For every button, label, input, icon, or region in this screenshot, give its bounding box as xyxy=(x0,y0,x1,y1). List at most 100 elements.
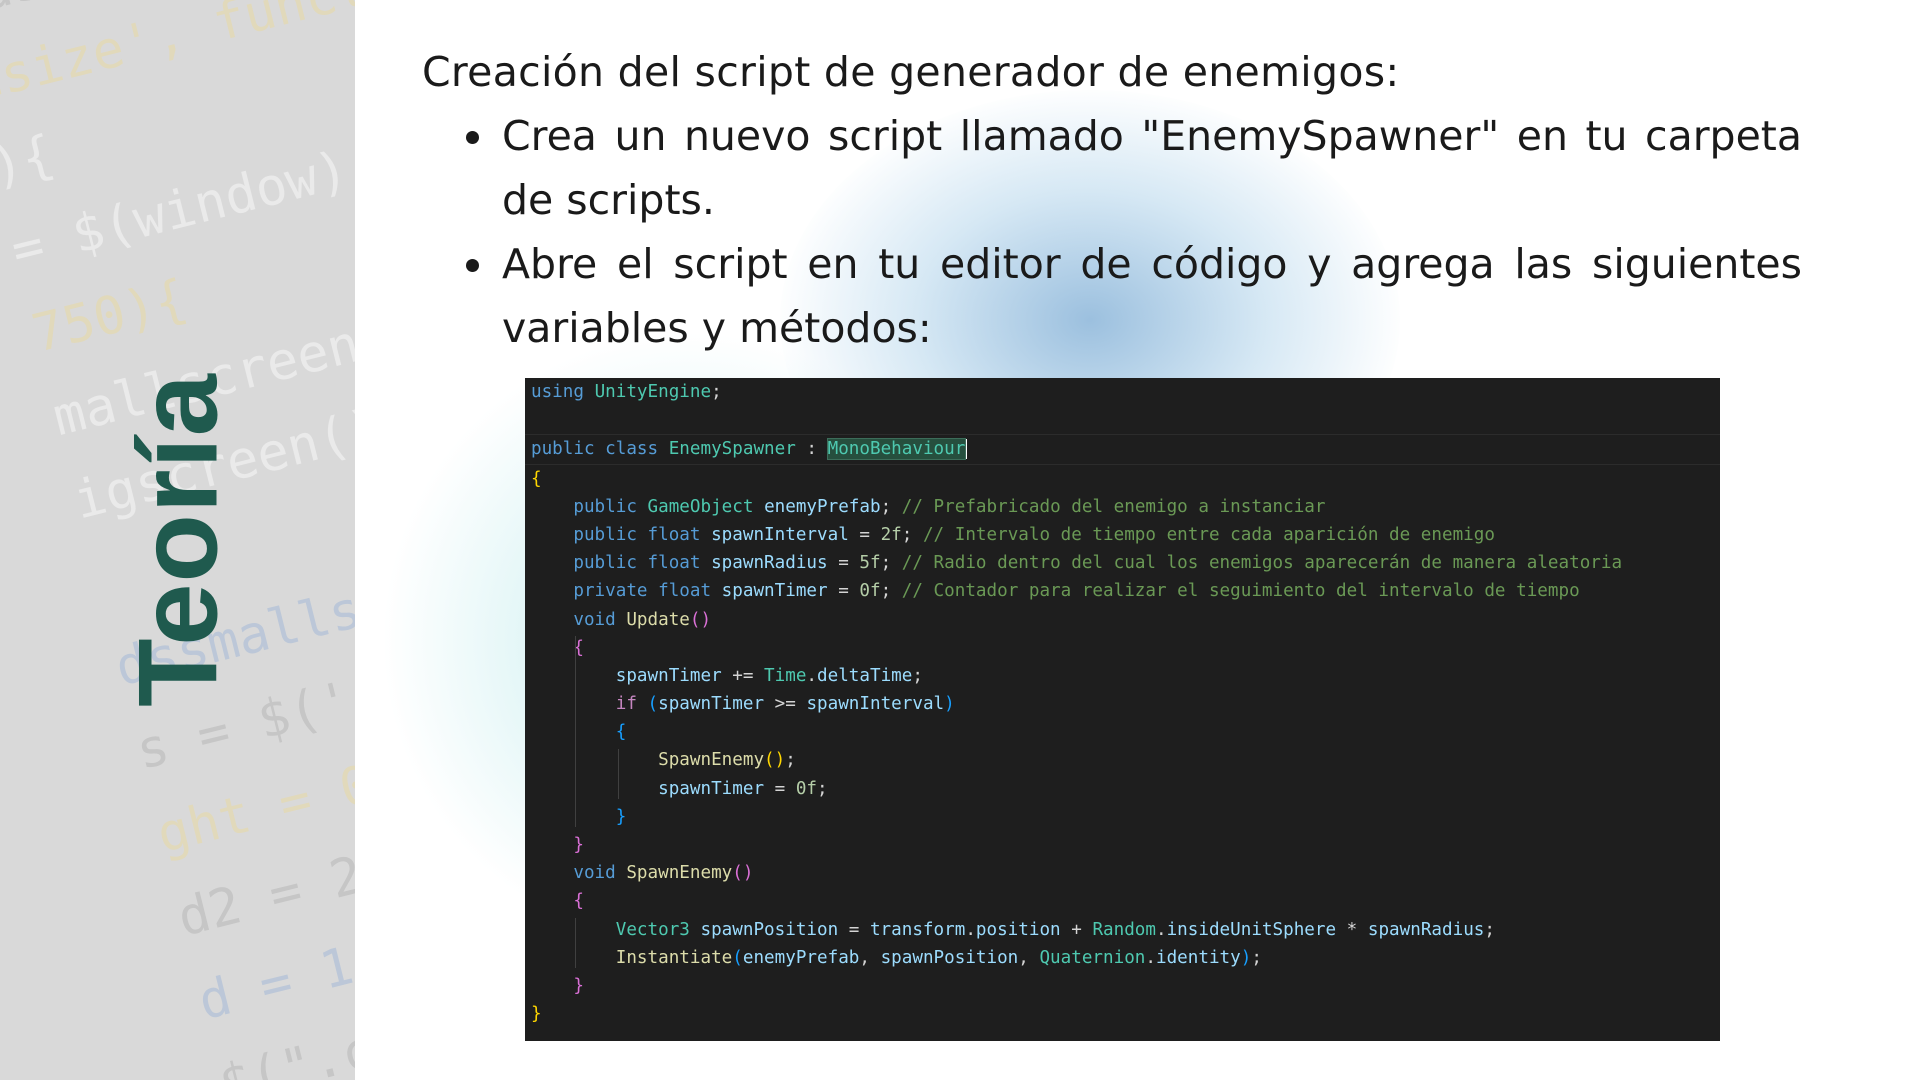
code-token: ) xyxy=(944,694,955,715)
code-line: public float spawnInterval = 2f; // Inte… xyxy=(525,521,1720,549)
left-decorative-panel: rds();});esize', functi){= $(window).wid… xyxy=(0,0,355,1080)
slide-content: Creación del script de generador de enem… xyxy=(422,40,1822,360)
code-token: . xyxy=(1156,919,1167,940)
code-line: void SpawnEnemy() xyxy=(525,859,1720,887)
code-token: ; xyxy=(817,778,828,799)
code-token: ; xyxy=(1251,947,1262,968)
code-token: spawnPosition xyxy=(880,947,1019,968)
bullet-list: Crea un nuevo script llamado "EnemySpawn… xyxy=(422,104,1802,360)
code-token: ; xyxy=(880,553,902,574)
code-token: enemyPrefab xyxy=(764,496,881,517)
slide-heading: Creación del script de generador de enem… xyxy=(422,48,1400,96)
code-token: ; xyxy=(880,581,902,602)
code-token: void xyxy=(531,609,627,630)
code-token: identity xyxy=(1156,947,1241,968)
indent-guide xyxy=(575,635,577,828)
code-line: } xyxy=(525,803,1720,831)
code-token: = xyxy=(838,919,870,940)
code-token: SpawnEnemy xyxy=(531,750,765,771)
code-token: private xyxy=(531,581,659,602)
code-token: ; xyxy=(1484,919,1495,940)
code-token: } xyxy=(531,806,627,827)
code-token: () xyxy=(732,863,754,884)
code-line: private float spawnTimer = 0f; // Contad… xyxy=(525,577,1720,605)
code-token: 2f xyxy=(880,524,902,545)
text-cursor xyxy=(965,439,968,460)
code-token: public xyxy=(531,496,648,517)
code-token: SpawnEnemy xyxy=(626,863,733,884)
code-line: } xyxy=(525,972,1720,1000)
code-token: () xyxy=(764,750,786,771)
code-token: // Radio dentro del cual los enemigos ap… xyxy=(901,553,1623,574)
code-line: spawnTimer += Time.deltaTime; xyxy=(525,662,1720,690)
code-line: void Update() xyxy=(525,606,1720,634)
code-line: { xyxy=(525,718,1720,746)
code-token: ; xyxy=(880,496,902,517)
code-token: Random xyxy=(1092,919,1156,940)
code-token: { xyxy=(531,722,627,743)
code-token: = xyxy=(764,778,796,799)
code-line: Instantiate(enemyPrefab, spawnPosition, … xyxy=(525,944,1720,972)
section-title: Teoría xyxy=(115,373,241,707)
code-token: float xyxy=(647,524,712,545)
code-token: class xyxy=(605,439,669,460)
code-token: 0f xyxy=(795,778,818,799)
indent-guide xyxy=(617,748,619,799)
code-token: UnityEngine xyxy=(594,382,712,402)
code-token: deltaTime xyxy=(817,665,913,686)
indent-guide xyxy=(575,917,577,969)
code-token: } xyxy=(531,835,584,855)
code-token: ) xyxy=(1240,947,1252,968)
code-token: . xyxy=(965,919,976,940)
code-line: public class EnemySpawner : MonoBehaviou… xyxy=(525,434,1720,465)
code-line: spawnTimer = 0f; xyxy=(525,775,1720,803)
code-line: public GameObject enemyPrefab; // Prefab… xyxy=(525,493,1720,521)
code-token: spawnInterval xyxy=(806,694,945,715)
code-token: () xyxy=(689,609,712,630)
code-token: spawnTimer xyxy=(531,665,722,686)
code-token: >= xyxy=(764,694,807,715)
code-token: Instantiate xyxy=(531,947,733,968)
code-line: public float spawnRadius = 5f; // Radio … xyxy=(525,549,1720,577)
code-token: ; xyxy=(711,382,722,402)
code-token: { xyxy=(531,468,542,489)
code-line: using UnityEngine; xyxy=(525,378,1720,406)
code-line: { xyxy=(525,465,1720,493)
code-token: ( xyxy=(732,947,743,968)
code-token: } xyxy=(531,975,584,996)
code-line: SpawnEnemy(); xyxy=(525,746,1720,774)
code-line: { xyxy=(525,887,1720,915)
code-line: } xyxy=(525,831,1720,859)
bullet-item: Abre el script en tu editor de código y … xyxy=(466,232,1802,360)
code-line: { xyxy=(525,634,1720,662)
code-token: position xyxy=(975,919,1061,940)
bullet-item: Crea un nuevo script llamado "EnemySpawn… xyxy=(466,104,1802,232)
code-token: // Contador para realizar el seguimiento… xyxy=(901,581,1580,602)
code-token: spawnRadius xyxy=(711,553,828,574)
code-line: if (spawnTimer >= spawnInterval) xyxy=(525,690,1720,718)
code-token: Quaternion xyxy=(1039,947,1146,968)
code-token: 5f xyxy=(859,553,881,574)
code-token: { xyxy=(531,891,584,912)
code-line: } xyxy=(525,1000,1720,1028)
code-token: : xyxy=(795,439,828,460)
code-token: spawnTimer xyxy=(658,694,765,715)
code-token: . xyxy=(1145,947,1156,968)
code-token: public xyxy=(531,439,606,460)
code-token: void xyxy=(531,863,627,884)
code-token: * xyxy=(1336,919,1368,940)
code-token: Vector3 xyxy=(531,919,701,940)
code-token: spawnInterval xyxy=(711,524,849,545)
code-token: public xyxy=(531,524,648,545)
code-token: // Prefabricado del enemigo a instanciar xyxy=(901,496,1326,517)
code-token: spawnTimer xyxy=(531,778,765,799)
code-token: GameObject xyxy=(647,496,765,517)
code-token: EnemySpawner xyxy=(668,439,796,460)
code-token: spawnTimer xyxy=(721,581,828,602)
code-token: } xyxy=(531,1004,542,1025)
code-token: Time xyxy=(764,665,807,686)
code-screenshot: using UnityEngine; public class EnemySpa… xyxy=(525,378,1720,1041)
code-token: using xyxy=(531,382,595,402)
code-token: MonoBehaviour xyxy=(826,438,967,461)
